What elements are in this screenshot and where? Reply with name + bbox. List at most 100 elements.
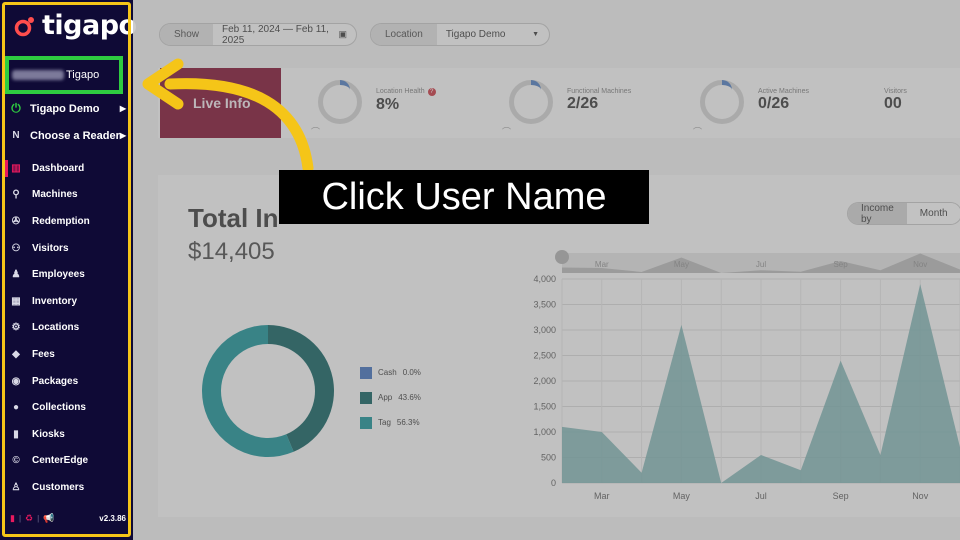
navigator-tick-label: Mar [595,260,609,269]
active-machines-value: 0/26 [758,95,790,112]
sidebar-item-label: Inventory [32,295,78,307]
sidebar-item-label: CenterEdge [32,455,89,467]
employee-icon: ♟ [11,269,21,281]
sidebar-item-packages[interactable]: ◉ Packages [10,368,128,395]
legend-swatch [360,366,372,379]
visitors-value: 00 [884,95,902,112]
caret-down-icon: ▼ [532,31,539,38]
tutorial-callout: Click User Name [279,170,649,224]
navigator-tick-label: Nov [913,260,927,269]
sidebar-item-dashboard[interactable]: ▥ Dashboard [10,155,128,182]
location-selector[interactable]: ⏻ Tigapo Demo ▶ [10,95,128,122]
pointer-arrow-icon [142,58,314,174]
sidebar-item-inventory[interactable]: ▦ Inventory [10,288,128,315]
legend-item-app[interactable]: App 43.6% [360,385,421,410]
navigator-tick-label: May [674,260,689,269]
sidebar-item-label: Collections [32,402,86,414]
navigator-tick-label: Jul [756,260,766,269]
legend-value: 0.0% [402,368,421,377]
tigapo-logo-icon [14,16,34,36]
y-tick-label: 3,000 [533,325,556,335]
y-tick-label: 0 [551,478,556,488]
x-tick-label: Nov [912,491,929,501]
location-health-label: Location Health [376,88,425,95]
income-title-text: Total In [188,203,279,233]
location-filter[interactable]: Location Tigapo Demo ▼ [370,23,550,46]
income-total: $14,405 [188,238,275,265]
y-tick-label: 4,000 [533,274,556,284]
y-tick-label: 500 [541,453,556,463]
callout-text: Click User Name [321,175,607,218]
inventory-icon: ▦ [11,295,21,307]
sidebar-item-centeredge[interactable]: © CenterEdge [10,448,128,475]
month-option[interactable]: Month [906,203,960,224]
functional-machines-ring [509,80,553,124]
reader-selector-label: Choose a Reader [30,129,120,142]
centeredge-icon: © [12,455,20,467]
active-indicator [5,160,8,177]
legend-item-tag[interactable]: Tag 56.3% [360,410,421,435]
income-toggle[interactable]: Income by Month [847,202,960,225]
donut-legend: Cash 0.0% App 43.6% Tag 56.3% [360,360,421,435]
location-filter-value: Tigapo Demo [445,29,506,40]
sidebar-item-locations[interactable]: ⚙ Locations [10,315,128,342]
joystick-icon: ⚲ [12,189,20,201]
sidebar-item-label: Machines [32,189,78,201]
income-donut-chart [202,325,334,457]
sidebar-item-label: Fees [32,348,55,360]
sidebar-item-kiosks[interactable]: ▮ Kiosks [10,421,128,448]
sidebar-nav: ▥ Dashboard ⚲ Machines ✇ Redemption ⚇ Vi… [10,155,128,501]
sidebar-item-machines[interactable]: ⚲ Machines [10,182,128,209]
navigator-handle [555,250,569,264]
sidebar-item-collections[interactable]: ● Collections [10,394,128,421]
calendar-icon: ▣ [338,29,347,39]
package-icon: ◉ [11,375,21,387]
donut-slice-app [268,325,334,452]
coin-icon: ● [12,402,20,414]
brand-name: tigapo [42,10,137,41]
sidebar-item-label: Dashboard [32,162,85,174]
help-icon[interactable]: ? [427,88,436,96]
recycle-icon[interactable]: ♻ [25,513,33,524]
location-health-value: 8% [376,96,400,113]
sidebar-item-redemption[interactable]: ✇ Redemption [10,208,128,235]
ticket-icon: ✇ [11,215,21,227]
legend-label: App [378,393,393,402]
y-tick-label: 3,500 [533,300,556,310]
location-icon: ⚙ [11,322,21,334]
income-by-option[interactable]: Income by [848,203,907,224]
tag-icon: ◆ [12,348,20,360]
y-tick-label: 2,000 [533,376,556,386]
reader-selector[interactable]: N Choose a Reader ▶ [10,122,128,149]
legend-value: 56.3% [396,418,420,427]
legend-label: Cash [378,368,397,377]
location-filter-label: Location [371,24,437,45]
nfc-icon: N [12,130,20,141]
legend-swatch [360,391,372,404]
customer-icon: ♙ [11,481,21,493]
date-filter-label: Show [160,24,214,45]
date-range-value: Feb 11, 2024 — Feb 11, 2025 [222,23,329,46]
sidebar-item-fees[interactable]: ◆ Fees [10,341,128,368]
x-tick-label: Mar [594,491,610,501]
sidebar-item-label: Visitors [32,242,69,254]
legend-item-cash[interactable]: Cash 0.0% [360,360,421,385]
sidebar-item-customers[interactable]: ♙ Customers [10,474,128,501]
active-machines-card: Active Machines 0/26 [700,80,809,124]
megaphone-icon[interactable]: 📢 [43,513,54,524]
app-version: v2.3.86 [99,514,126,523]
date-filter[interactable]: Show Feb 11, 2024 — Feb 11, 2025 ▣ [159,23,357,46]
sidebar-item-visitors[interactable]: ⚇ Visitors [10,235,128,262]
visitors-label: Visitors [884,88,907,95]
brand-logo[interactable]: tigapo [14,10,137,41]
power-icon: ⏻ [11,101,21,115]
sidebar-item-employees[interactable]: ♟ Employees [10,261,128,288]
kiosk-mini-icon[interactable]: ▮ [10,513,15,524]
user-name[interactable]: Tigapo [8,61,121,89]
divider: | [18,514,22,523]
legend-swatch [360,416,372,429]
sidebar: tigapo Tigapo ⏻ Tigapo Demo ▶ N Choose a… [0,0,137,540]
sidebar-footer: ▮ | ♻ | 📢 v2.3.86 [10,513,126,524]
chart-icon: ▥ [11,162,21,174]
sidebar-item-label: Locations [32,322,80,334]
